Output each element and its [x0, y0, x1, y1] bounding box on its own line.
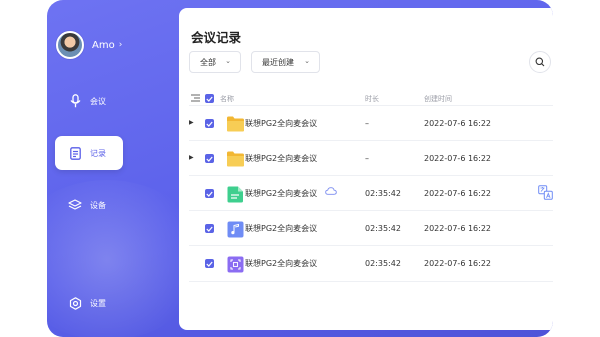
- record-created: 2022-07-6 16:22: [424, 224, 491, 233]
- expand-icon[interactable]: ▶: [189, 154, 194, 161]
- row-checkbox[interactable]: [205, 154, 214, 163]
- sidebar-item-label: 记录: [90, 148, 106, 158]
- record-name: 联想PG2全向麦会议: [245, 119, 318, 128]
- app-window: Amo › 会议 记录 设备 设置 – × 会议记录 全部 ⌄: [47, 0, 553, 337]
- cloud-icon[interactable]: [325, 187, 337, 197]
- expand-icon[interactable]: ▶: [189, 119, 194, 126]
- chevron-right-icon[interactable]: ›: [119, 40, 123, 50]
- main-panel: – × 会议记录 全部 ⌄ 最近创建 ⌄ 名称 时长 创建时间 操作: [179, 8, 553, 330]
- record-name: 联想PG2全向麦会议: [245, 154, 318, 163]
- sidebar-item-settings[interactable]: 设置: [55, 286, 123, 320]
- avatar[interactable]: [56, 31, 84, 59]
- type-filter-value: 全部: [200, 57, 216, 67]
- record-name: 联想PG2全向麦会议: [245, 189, 318, 198]
- record-created: 2022-07-6 16:22: [424, 154, 491, 163]
- record-duration: 02:35:42: [365, 259, 401, 268]
- folder-icon: [227, 151, 244, 167]
- sidebar-item-records[interactable]: 记录: [55, 136, 123, 170]
- table-row[interactable]: 联想PG2全向麦会议 02:35:42 2022-07-6 16:22 ···: [189, 175, 553, 211]
- gear-icon: [68, 296, 82, 310]
- audio-file-icon: [227, 221, 244, 238]
- folder-icon: [227, 116, 244, 132]
- row-checkbox[interactable]: [205, 259, 214, 268]
- table-row[interactable]: 联想PG2全向麦会议 02:35:42 2022-07-6 16:22 ···: [189, 245, 553, 282]
- record-created: 2022-07-6 16:22: [424, 189, 491, 198]
- record-duration: –: [365, 119, 369, 128]
- document-file-icon: [227, 186, 244, 203]
- video-file-icon: [227, 256, 244, 273]
- document-icon: [68, 146, 82, 160]
- record-created: 2022-07-6 16:22: [424, 119, 491, 128]
- column-header-duration: 时长: [365, 95, 379, 103]
- sort-dropdown[interactable]: 最近创建 ⌄: [251, 51, 320, 73]
- record-name: 联想PG2全向麦会议: [245, 224, 318, 233]
- sidebar-item-devices[interactable]: 设备: [55, 188, 123, 222]
- column-header-name: 名称: [220, 95, 234, 103]
- table-row[interactable]: ▶ 联想PG2全向麦会议 – 2022-07-6 16:22 ···: [189, 105, 553, 141]
- column-header-created: 创建时间: [424, 95, 452, 103]
- record-created: 2022-07-6 16:22: [424, 259, 491, 268]
- table-row[interactable]: ▶ 联想PG2全向麦会议 – 2022-07-6 16:22 ···: [189, 140, 553, 176]
- sidebar-item-label: 设置: [90, 298, 106, 308]
- layers-icon: [68, 198, 82, 212]
- row-checkbox[interactable]: [205, 119, 214, 128]
- user-profile[interactable]: Amo ›: [56, 31, 122, 59]
- sort-value: 最近创建: [262, 57, 294, 67]
- row-checkbox[interactable]: [205, 189, 214, 198]
- chevron-down-icon: ⌄: [304, 57, 310, 65]
- type-filter-dropdown[interactable]: 全部 ⌄: [189, 51, 241, 73]
- record-name: 联想PG2全向麦会议: [245, 259, 318, 268]
- page-title: 会议记录: [191, 30, 242, 45]
- search-button[interactable]: [529, 51, 551, 73]
- microphone-icon: [68, 94, 82, 108]
- sidebar-item-meetings[interactable]: 会议: [55, 84, 123, 118]
- list-toggle-icon[interactable]: [191, 94, 200, 104]
- record-duration: –: [365, 154, 369, 163]
- record-duration: 02:35:42: [365, 224, 401, 233]
- sidebar-item-label: 设备: [90, 200, 106, 210]
- search-icon: [535, 57, 545, 67]
- table-row[interactable]: 联想PG2全向麦会议 02:35:42 2022-07-6 16:22 ···: [189, 210, 553, 246]
- translate-icon[interactable]: [538, 185, 553, 202]
- record-duration: 02:35:42: [365, 189, 401, 198]
- row-checkbox[interactable]: [205, 224, 214, 233]
- sidebar-item-label: 会议: [90, 96, 106, 106]
- chevron-down-icon: ⌄: [225, 57, 231, 65]
- select-all-checkbox[interactable]: [205, 94, 214, 103]
- user-name[interactable]: Amo: [92, 40, 115, 51]
